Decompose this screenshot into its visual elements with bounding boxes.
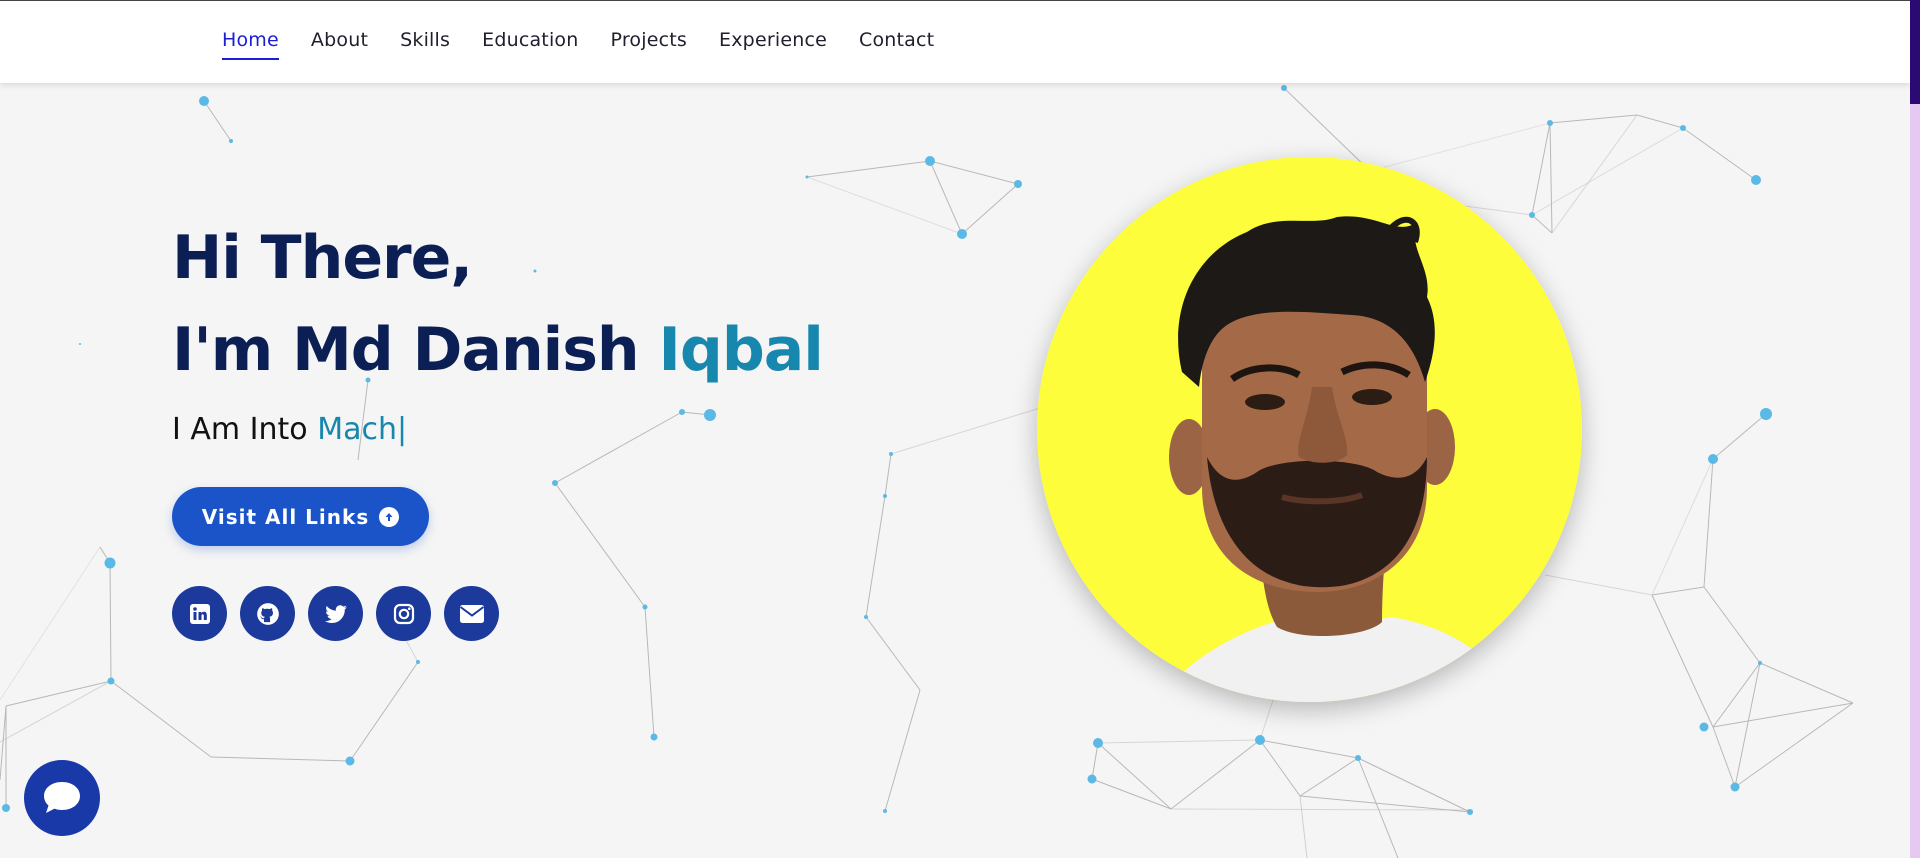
top-navbar: Home About Skills Education Projects Exp… (0, 0, 1910, 83)
chat-bubble-icon (44, 782, 80, 813)
nav-item-experience[interactable]: Experience (719, 29, 827, 60)
twitter-icon (324, 604, 347, 623)
hero-name: I'm Md Danish Iqbal (172, 320, 824, 380)
hero-text: Hi There, I'm Md Danish Iqbal I Am Into … (172, 223, 824, 447)
nav-item-home[interactable]: Home (222, 29, 279, 60)
hero-typing-line: I Am Into Mach| (172, 412, 823, 447)
chat-widget-button[interactable] (24, 760, 100, 836)
linkedin-link[interactable] (172, 586, 227, 641)
visit-all-links-label: Visit All Links (201, 504, 370, 529)
envelope-icon (459, 604, 484, 623)
typed-text: Mach (317, 412, 397, 447)
linkedin-icon (189, 603, 210, 624)
hero-greeting: Hi There, (172, 223, 473, 293)
main-nav: Home About Skills Education Projects Exp… (222, 29, 934, 60)
nav-item-projects[interactable]: Projects (611, 29, 688, 60)
instagram-icon (393, 603, 414, 624)
nav-item-skills[interactable]: Skills (400, 29, 450, 60)
nav-item-about[interactable]: About (311, 29, 368, 60)
scrollbar-thumb[interactable] (1910, 0, 1920, 104)
email-link[interactable] (444, 586, 499, 641)
profile-photo (1037, 157, 1582, 702)
github-link[interactable] (240, 586, 295, 641)
scrollbar-track[interactable] (1910, 0, 1920, 858)
nav-item-contact[interactable]: Contact (859, 29, 934, 60)
social-links (172, 586, 499, 641)
hero-name-highlight: Iqbal (658, 315, 824, 385)
nav-item-education[interactable]: Education (482, 29, 578, 60)
github-icon (256, 602, 279, 625)
twitter-link[interactable] (308, 586, 363, 641)
arrow-up-circle-icon (379, 506, 400, 527)
visit-all-links-button[interactable]: Visit All Links (172, 487, 429, 546)
typing-caret: | (396, 412, 408, 447)
typing-prefix: I Am Into (172, 412, 308, 447)
hero-name-prefix: I'm Md Danish (172, 315, 640, 385)
instagram-link[interactable] (376, 586, 431, 641)
